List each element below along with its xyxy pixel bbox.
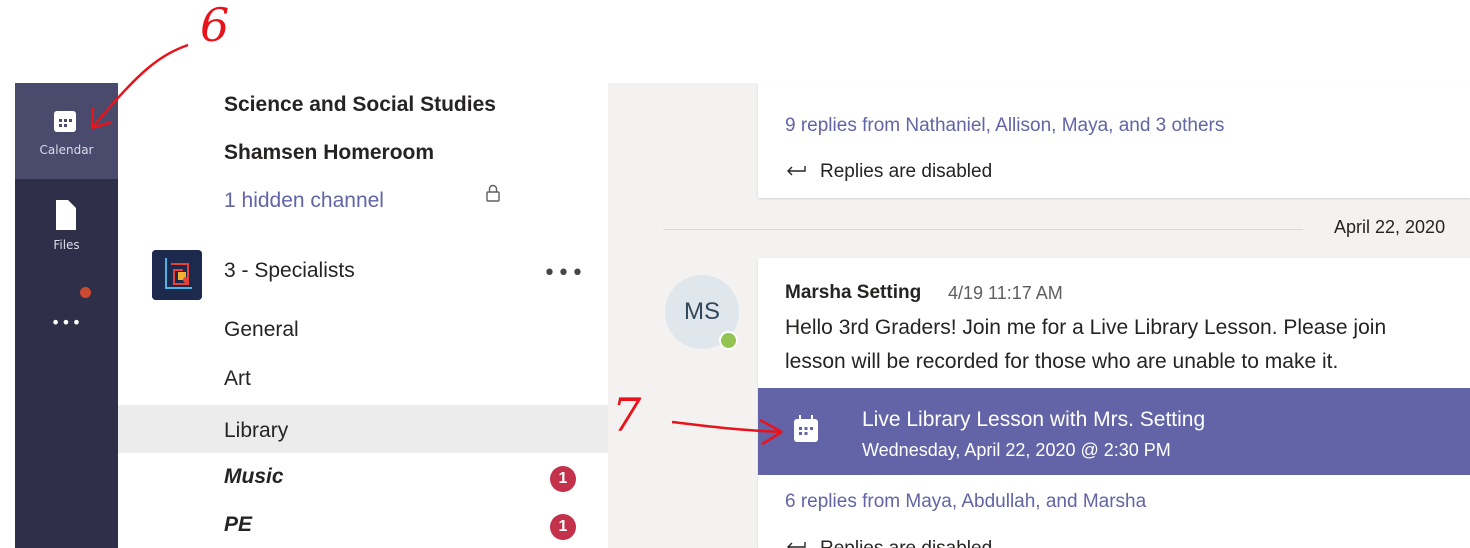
channel-item[interactable]: General: [118, 308, 608, 356]
calendar-icon: [54, 111, 76, 132]
team-name: Shamsen Homeroom: [224, 141, 435, 164]
channel-label: Music: [224, 465, 284, 488]
message-card: Marsha Setting 4/19 11:17 AM Hello 3rd G…: [758, 258, 1470, 548]
team-homeroom[interactable]: Shamsen Homeroom: [118, 131, 608, 202]
reply-arrow-icon: [787, 542, 806, 548]
replies-link[interactable]: 6 replies from Maya, Abdullah, and Marsh…: [785, 491, 1146, 513]
sender-name[interactable]: Marsha Setting: [785, 282, 921, 304]
rail-calendar-button[interactable]: Calendar: [15, 83, 118, 179]
replies-link[interactable]: 9 replies from Nathaniel, Allison, Maya,…: [785, 115, 1224, 137]
channel-label: Library: [224, 419, 289, 442]
message-text: Hello 3rd Graders! Join me for a Live Li…: [785, 316, 1387, 339]
rail-more-button[interactable]: •••: [15, 313, 118, 333]
channel-item[interactable]: Music 1: [118, 455, 608, 503]
channel-item-selected[interactable]: Library: [118, 405, 608, 453]
replies-disabled-text: Replies are disabled: [820, 538, 992, 548]
message-timestamp: 4/19 11:17 AM: [948, 283, 1063, 303]
date-separator: April 22, 2020: [1334, 217, 1446, 237]
annotation-number-6: 6: [200, 0, 230, 52]
team-name: 3 - Specialists: [224, 259, 355, 282]
team-specialists[interactable]: 3 - Specialists: [118, 249, 608, 297]
channel-list: Science and Social Studies Shamsen Homer…: [118, 83, 608, 548]
channel-label: PE: [224, 513, 253, 536]
hidden-channels-link[interactable]: 1 hidden channel: [118, 179, 608, 227]
event-title: Live Library Lesson with Mrs. Setting: [862, 408, 1206, 431]
team-name: Science and Social Studies: [224, 93, 496, 116]
message-card: 9 replies from Nathaniel, Allison, Maya,…: [758, 83, 1470, 198]
channel-item[interactable]: Art: [118, 357, 608, 405]
unread-badge: 1: [550, 514, 576, 540]
hidden-channels-label: 1 hidden channel: [224, 189, 384, 212]
channel-label: Art: [224, 367, 251, 390]
calendar-icon: [794, 415, 818, 442]
annotation-number-7: 7: [612, 388, 642, 442]
rail-files-label: Files: [53, 238, 80, 252]
event-datetime: Wednesday, April 22, 2020 @ 2:30 PM: [862, 440, 1171, 460]
file-icon: [56, 200, 76, 230]
date-divider: [663, 229, 1303, 230]
meeting-event-card[interactable]: Live Library Lesson with Mrs. Setting We…: [758, 388, 1470, 475]
notification-dot: [80, 287, 91, 298]
channel-item[interactable]: PE 1: [118, 503, 608, 548]
rail-calendar-label: Calendar: [39, 143, 94, 157]
unread-badge: 1: [550, 466, 576, 492]
message-text: lesson will be recorded for those who ar…: [785, 350, 1339, 373]
reply-arrow-icon: [787, 166, 806, 176]
more-options-icon[interactable]: •••: [543, 261, 585, 286]
rail-files-button[interactable]: Files: [15, 193, 118, 273]
app-rail: Calendar Files •••: [15, 83, 118, 548]
channel-label: General: [224, 318, 299, 341]
team-science[interactable]: Science and Social Studies: [118, 83, 608, 131]
more-icon: •••: [50, 313, 83, 332]
conversation-pane: 9 replies from Nathaniel, Allison, Maya,…: [608, 83, 1470, 548]
replies-disabled-text: Replies are disabled: [820, 161, 993, 182]
presence-available-icon: [719, 331, 738, 350]
